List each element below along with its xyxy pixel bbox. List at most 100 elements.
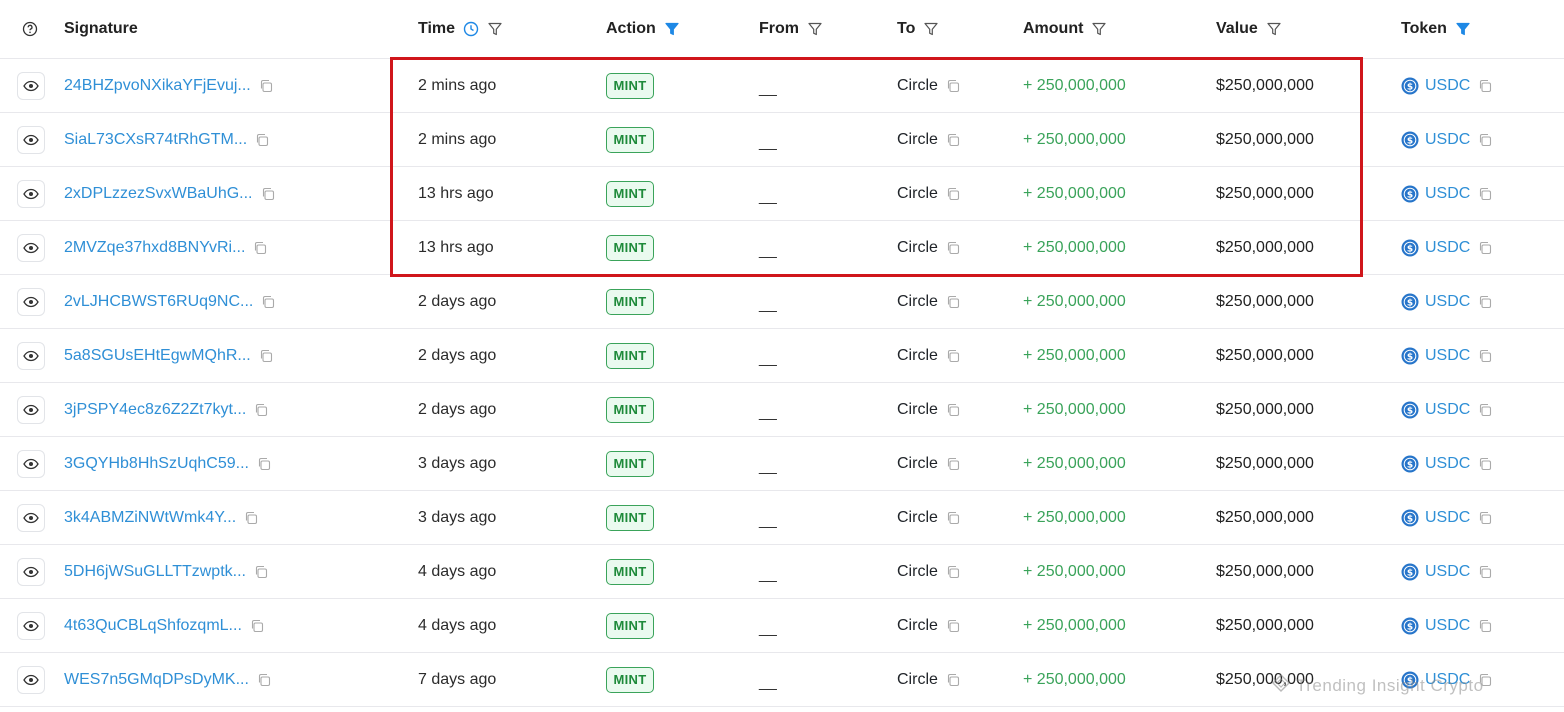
header-from: From: [759, 0, 823, 58]
copy-signature-icon[interactable]: [250, 619, 264, 633]
copy-token-icon[interactable]: [1478, 295, 1492, 309]
copy-token-icon[interactable]: [1478, 619, 1492, 633]
token-link[interactable]: USDC: [1425, 239, 1470, 257]
copy-token-icon[interactable]: [1478, 349, 1492, 363]
view-details-button[interactable]: [17, 287, 45, 316]
copy-to-icon[interactable]: [946, 565, 960, 579]
signature-link[interactable]: SiaL73CXsR74tRhGTM...: [64, 131, 247, 149]
view-details-button[interactable]: [17, 449, 45, 478]
action-filter-active-icon[interactable]: [664, 21, 680, 37]
token-link[interactable]: USDC: [1425, 77, 1470, 95]
signature-link[interactable]: 2MVZqe37hxd8BNYvRi...: [64, 239, 245, 257]
signature-link[interactable]: 5DH6jWSuGLLTTzwptk...: [64, 563, 246, 581]
copy-to-icon[interactable]: [946, 79, 960, 93]
to-address-link[interactable]: Circle: [897, 347, 938, 365]
copy-to-icon[interactable]: [946, 511, 960, 525]
to-address-link[interactable]: Circle: [897, 455, 938, 473]
view-details-button[interactable]: [17, 125, 45, 154]
to-address-link[interactable]: Circle: [897, 185, 938, 203]
to-address-link[interactable]: Circle: [897, 671, 938, 689]
time-filter-icon[interactable]: [487, 21, 503, 37]
to-address-link[interactable]: Circle: [897, 563, 938, 581]
token-link[interactable]: USDC: [1425, 293, 1470, 311]
copy-signature-icon[interactable]: [255, 133, 269, 147]
copy-signature-icon[interactable]: [261, 295, 275, 309]
copy-signature-icon[interactable]: [259, 349, 273, 363]
view-details-button[interactable]: [17, 179, 45, 208]
token-link[interactable]: USDC: [1425, 563, 1470, 581]
copy-token-icon[interactable]: [1478, 241, 1492, 255]
copy-token-icon[interactable]: [1478, 565, 1492, 579]
token-link[interactable]: USDC: [1425, 509, 1470, 527]
signature-link[interactable]: 2vLJHCBWST6RUq9NC...: [64, 293, 253, 311]
copy-signature-icon[interactable]: [259, 79, 273, 93]
copy-signature-icon[interactable]: [257, 673, 271, 687]
signature-link[interactable]: 4t63QuCBLqShfozqmL...: [64, 617, 242, 635]
signature-link[interactable]: 5a8SGUsEHtEgwMQhR...: [64, 347, 251, 365]
signature-link[interactable]: 2xDPLzzezSvxWBaUhG...: [64, 185, 253, 203]
copy-token-icon[interactable]: [1478, 187, 1492, 201]
to-address-link[interactable]: Circle: [897, 293, 938, 311]
copy-token-icon[interactable]: [1478, 457, 1492, 471]
to-address-link[interactable]: Circle: [897, 239, 938, 257]
eye-icon: [23, 620, 39, 631]
copy-signature-icon[interactable]: [254, 403, 268, 417]
copy-to-icon[interactable]: [946, 403, 960, 417]
copy-to-icon[interactable]: [946, 349, 960, 363]
to-address-link[interactable]: Circle: [897, 617, 938, 635]
value-filter-icon[interactable]: [1266, 21, 1282, 37]
value-text: $250,000,000: [1216, 292, 1314, 310]
view-details-button[interactable]: [17, 611, 45, 640]
token-link[interactable]: USDC: [1425, 347, 1470, 365]
to-address-link[interactable]: Circle: [897, 509, 938, 527]
view-details-button[interactable]: [17, 233, 45, 262]
copy-signature-icon[interactable]: [244, 511, 258, 525]
copy-to-icon[interactable]: [946, 457, 960, 471]
copy-signature-icon[interactable]: [253, 241, 267, 255]
copy-token-icon[interactable]: [1478, 133, 1492, 147]
view-details-button[interactable]: [17, 71, 45, 100]
to-address-link[interactable]: Circle: [897, 401, 938, 419]
signature-link[interactable]: 24BHZpvoNXikaYFjEvuj...: [64, 77, 251, 95]
view-details-button[interactable]: [17, 503, 45, 532]
signature-link[interactable]: 3jPSPY4ec8z6Z2Zt7kyt...: [64, 401, 246, 419]
copy-to-icon[interactable]: [946, 133, 960, 147]
token-link[interactable]: USDC: [1425, 131, 1470, 149]
to-address-link[interactable]: Circle: [897, 77, 938, 95]
view-details-button[interactable]: [17, 395, 45, 424]
token-link[interactable]: USDC: [1425, 185, 1470, 203]
value-text: $250,000,000: [1216, 562, 1314, 580]
amount-text: + 250,000,000: [1023, 76, 1126, 94]
table-row: 3GQYHb8HhSzUqhC59... 3 days ago MINT __ …: [0, 437, 1564, 491]
amount-filter-icon[interactable]: [1091, 21, 1107, 37]
signature-link[interactable]: 3GQYHb8HhSzUqhC59...: [64, 455, 249, 473]
help-icon[interactable]: [22, 0, 38, 58]
to-address-link[interactable]: Circle: [897, 131, 938, 149]
copy-to-icon[interactable]: [946, 241, 960, 255]
signature-link[interactable]: WES7n5GMqDPsDyMK...: [64, 671, 249, 689]
token-link[interactable]: USDC: [1425, 455, 1470, 473]
copy-to-icon[interactable]: [946, 295, 960, 309]
usdc-coin-icon: $: [1401, 185, 1419, 203]
signature-link[interactable]: 3k4ABMZiNWtWmk4Y...: [64, 509, 236, 527]
token-link[interactable]: USDC: [1425, 617, 1470, 635]
view-details-button[interactable]: [17, 341, 45, 370]
copy-to-icon[interactable]: [946, 619, 960, 633]
view-details-button[interactable]: [17, 665, 45, 694]
clock-icon[interactable]: [463, 21, 479, 37]
copy-signature-icon[interactable]: [261, 187, 275, 201]
time-text: 4 days ago: [418, 616, 497, 634]
copy-to-icon[interactable]: [946, 673, 960, 687]
copy-token-icon[interactable]: [1478, 511, 1492, 525]
copy-signature-icon[interactable]: [257, 457, 271, 471]
copy-token-icon[interactable]: [1478, 79, 1492, 93]
token-link[interactable]: USDC: [1425, 401, 1470, 419]
copy-to-icon[interactable]: [946, 187, 960, 201]
view-details-button[interactable]: [17, 557, 45, 586]
copy-token-icon[interactable]: [1478, 403, 1492, 417]
table-row: 5DH6jWSuGLLTTzwptk... 4 days ago MINT __…: [0, 545, 1564, 599]
from-filter-icon[interactable]: [807, 21, 823, 37]
to-filter-icon[interactable]: [923, 21, 939, 37]
copy-signature-icon[interactable]: [254, 565, 268, 579]
token-filter-active-icon[interactable]: [1455, 21, 1471, 37]
